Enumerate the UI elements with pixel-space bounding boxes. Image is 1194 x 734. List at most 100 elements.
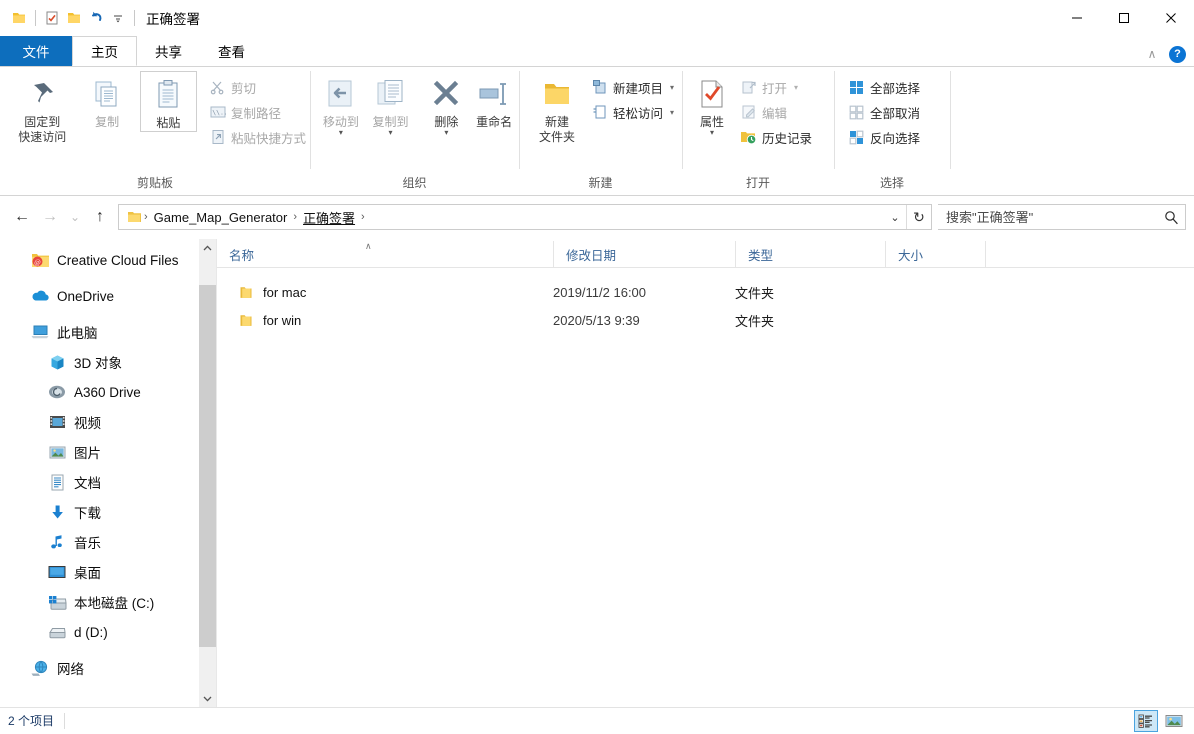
breadcrumb-sep-2[interactable]: › bbox=[359, 211, 367, 223]
table-row[interactable]: for win 2020/5/13 9:39 文件夹 bbox=[217, 306, 1194, 334]
column-label: 大小 bbox=[898, 248, 924, 263]
breadcrumb-item-1[interactable]: 正确签署 bbox=[299, 208, 359, 227]
collapse-ribbon-icon[interactable]: ∧ bbox=[1143, 45, 1161, 63]
pin-to-quick-access-button[interactable]: 固定到 快速访问 bbox=[10, 71, 75, 145]
copy-button[interactable]: 复制 bbox=[79, 71, 136, 130]
sidebar-label: 文档 bbox=[74, 476, 101, 491]
sidebar-item-desktop[interactable]: 桌面 bbox=[0, 557, 216, 587]
ribbon-group-organize: 移动到 ▾ 复制到 ▾ 删除 ▾ 重命名 组织 bbox=[310, 67, 519, 195]
ribbon-group-clipboard: 固定到 快速访问 复制 粘贴 剪切 \\. 复制路径 粘贴快捷方式 剪贴板 bbox=[0, 67, 310, 195]
paste-button[interactable]: 粘贴 bbox=[139, 71, 197, 132]
sidebar-item-network[interactable]: 网络 bbox=[0, 653, 216, 683]
forward-button[interactable]: → bbox=[36, 203, 64, 231]
refresh-icon[interactable]: ↻ bbox=[906, 205, 931, 229]
pin-label-1: 固定到 bbox=[24, 115, 61, 129]
sidebar-item-pictures[interactable]: 图片 bbox=[0, 437, 216, 467]
open-button[interactable]: 打开 ▾ bbox=[736, 76, 816, 98]
address-bar[interactable]: › Game_Map_Generator › 正确签署 › ⌄ ↻ bbox=[118, 204, 932, 230]
copy-path-button[interactable]: \\.. 复制路径 bbox=[205, 101, 310, 123]
address-dropdown-icon[interactable]: ⌄ bbox=[884, 205, 906, 229]
sidebar-item-creative-cloud-files[interactable]: @ Creative Cloud Files bbox=[0, 245, 216, 275]
scrollbar-thumb[interactable] bbox=[199, 285, 216, 647]
help-icon[interactable]: ? bbox=[1169, 45, 1186, 63]
delete-caret-icon[interactable]: ▾ bbox=[444, 129, 448, 137]
svg-text:@: @ bbox=[34, 258, 41, 266]
sidebar-item-3d-objects[interactable]: 3D 对象 bbox=[0, 347, 216, 377]
explorer-icon[interactable] bbox=[8, 7, 30, 29]
new-item-caret-icon[interactable]: ▾ bbox=[670, 83, 674, 92]
rename-button[interactable]: 重命名 bbox=[469, 71, 519, 130]
file-list-pane: ∧ 名称 修改日期 类型 大小 for mac 2019/11/2 16:00 … bbox=[216, 239, 1194, 707]
sidebar-label: 网络 bbox=[57, 662, 84, 677]
cut-button[interactable]: 剪切 bbox=[205, 76, 310, 98]
history-button[interactable]: 历史记录 bbox=[736, 126, 816, 148]
easy-access-caret-icon[interactable]: ▾ bbox=[670, 108, 674, 117]
invert-selection-button[interactable]: 反向选择 bbox=[844, 126, 924, 148]
breadcrumb-folder-icon[interactable] bbox=[125, 210, 142, 224]
up-button[interactable]: ↑ bbox=[86, 203, 114, 231]
details-view-button[interactable] bbox=[1134, 710, 1158, 732]
back-button[interactable]: ← bbox=[8, 203, 36, 231]
sidebar-item-documents[interactable]: 文档 bbox=[0, 467, 216, 497]
column-header-type[interactable]: 类型 bbox=[735, 241, 885, 267]
easy-access-label: 轻松访问 bbox=[613, 106, 664, 121]
quick-access-toolbar: 正确签署 bbox=[0, 0, 200, 36]
pin-label-2: 快速访问 bbox=[18, 130, 67, 144]
tab-file[interactable]: 文件 bbox=[0, 36, 72, 66]
tab-view[interactable]: 查看 bbox=[200, 36, 263, 66]
properties-caret-icon[interactable]: ▾ bbox=[710, 129, 714, 137]
sidebar-item-onedrive[interactable]: OneDrive bbox=[0, 281, 216, 311]
large-icons-view-button[interactable] bbox=[1162, 710, 1186, 732]
new-item-button[interactable]: 新建项目 ▾ bbox=[587, 76, 678, 98]
sidebar-item-this-pc[interactable]: 此电脑 bbox=[0, 317, 216, 347]
tab-share[interactable]: 共享 bbox=[137, 36, 200, 66]
move-to-button[interactable]: 移动到 ▾ bbox=[316, 71, 366, 137]
table-row[interactable]: for mac 2019/11/2 16:00 文件夹 bbox=[217, 278, 1194, 306]
maximize-button[interactable] bbox=[1100, 0, 1147, 36]
copy-to-icon bbox=[374, 77, 408, 111]
sidebar-item-videos[interactable]: 视频 bbox=[0, 407, 216, 437]
column-header-date[interactable]: 修改日期 bbox=[553, 241, 735, 267]
recent-locations-button[interactable]: ⌄ bbox=[64, 203, 86, 231]
delete-button[interactable]: 删除 ▾ bbox=[423, 71, 469, 137]
search-input[interactable] bbox=[938, 208, 1157, 226]
column-header-name[interactable]: ∧ 名称 bbox=[217, 241, 553, 267]
select-none-button[interactable]: 全部取消 bbox=[844, 101, 924, 123]
copy-to-button[interactable]: 复制到 ▾ bbox=[366, 71, 416, 137]
navigation-pane-scrollbar[interactable] bbox=[198, 239, 216, 707]
sidebar-item-a360-drive[interactable]: A360 Drive bbox=[0, 377, 216, 407]
minimize-button[interactable] bbox=[1053, 0, 1100, 36]
window-controls bbox=[1053, 0, 1194, 36]
select-all-icon bbox=[848, 79, 865, 96]
breadcrumb-item-0[interactable]: Game_Map_Generator bbox=[150, 210, 292, 225]
sidebar-item-disk-d[interactable]: d (D:) bbox=[0, 617, 216, 647]
scroll-up-icon[interactable] bbox=[199, 239, 216, 256]
scroll-down-icon[interactable] bbox=[199, 690, 216, 707]
edit-button[interactable]: 编辑 bbox=[736, 101, 816, 123]
new-folder-icon[interactable] bbox=[63, 7, 85, 29]
select-all-button[interactable]: 全部选择 bbox=[844, 76, 924, 98]
customize-qat-icon[interactable] bbox=[107, 7, 129, 29]
properties-icon[interactable] bbox=[41, 7, 63, 29]
search-box[interactable] bbox=[938, 204, 1186, 230]
sidebar-item-music[interactable]: 音乐 bbox=[0, 527, 216, 557]
undo-icon[interactable] bbox=[85, 7, 107, 29]
explorer-body: @ Creative Cloud Files OneDrive 此电脑 3D 对… bbox=[0, 238, 1194, 707]
search-icon[interactable] bbox=[1157, 210, 1185, 225]
copy-to-caret-icon[interactable]: ▾ bbox=[389, 129, 393, 137]
column-header-size[interactable]: 大小 bbox=[885, 241, 985, 267]
properties-button[interactable]: 属性 ▾ bbox=[690, 71, 734, 137]
close-button[interactable] bbox=[1147, 0, 1194, 36]
paste-shortcut-button[interactable]: 粘贴快捷方式 bbox=[205, 126, 310, 148]
move-to-caret-icon[interactable]: ▾ bbox=[339, 129, 343, 137]
sidebar-label: d (D:) bbox=[74, 624, 108, 640]
tab-home[interactable]: 主页 bbox=[72, 36, 137, 66]
breadcrumb-sep-1[interactable]: › bbox=[291, 211, 299, 223]
easy-access-button[interactable]: 轻松访问 ▾ bbox=[587, 101, 678, 123]
sidebar-item-local-disk-c[interactable]: 本地磁盘 (C:) bbox=[0, 587, 216, 617]
open-icon bbox=[740, 79, 757, 96]
open-caret-icon[interactable]: ▾ bbox=[794, 83, 798, 92]
new-folder-button[interactable]: 新建 文件夹 bbox=[531, 71, 583, 145]
rename-label: 重命名 bbox=[476, 115, 513, 129]
sidebar-item-downloads[interactable]: 下载 bbox=[0, 497, 216, 527]
